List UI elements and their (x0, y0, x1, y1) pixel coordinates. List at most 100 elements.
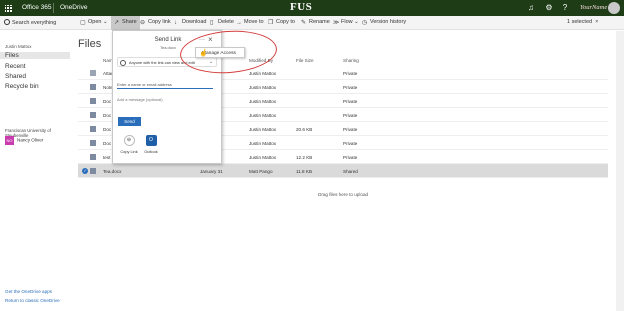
modified-by: Justin Mattox (249, 127, 277, 132)
notebook-icon (90, 84, 96, 90)
copy-to-button[interactable]: ❐ Copy to (268, 19, 295, 26)
avatar[interactable] (608, 2, 620, 14)
column-sharing[interactable]: Sharing (343, 58, 359, 63)
document-icon (90, 98, 96, 104)
outlook-icon: O (145, 135, 157, 146)
modified-by: Matt Pango (249, 169, 273, 174)
file-name[interactable]: Doc (103, 113, 111, 118)
university-logo: FUS (290, 1, 313, 13)
classic-onedrive-link[interactable]: Return to classic OneDrive (5, 298, 60, 303)
hand-cursor-icon: ☝ (199, 50, 208, 57)
download-button[interactable]: ↓ Download (174, 19, 206, 26)
download-label: Download (182, 19, 207, 25)
copy-link-label: Copy link (148, 19, 171, 25)
move-icon: → (236, 20, 242, 26)
modified-by: Justin Mattox (249, 155, 277, 160)
copy-link-option[interactable]: ⊖ Copy Link (120, 135, 138, 154)
version-history-button[interactable]: ◷ Version history (362, 19, 406, 26)
move-to-label: Move to (244, 19, 264, 25)
sharing-status: Private (343, 99, 358, 104)
table-row-selected[interactable]: ✓ Tea.docx January 31 Matt Pango 11.8 KB… (78, 164, 608, 178)
nav-item-recent[interactable]: Recent (5, 63, 26, 70)
column-file-size[interactable]: File Size (296, 58, 314, 63)
copy-icon: ❐ (268, 20, 274, 26)
flow-label: Flow (341, 19, 353, 25)
send-button[interactable]: Send (118, 117, 141, 126)
modified-by: Justin Mattox (249, 141, 277, 146)
modified-by: Justin Mattox (249, 99, 277, 104)
document-icon (90, 112, 96, 118)
copy-to-label: Copy to (276, 19, 295, 25)
move-to-button[interactable]: → Move to (236, 19, 264, 26)
version-history-label: Version history (370, 19, 407, 25)
flow-button[interactable]: ≫ Flow ⌄ (333, 19, 359, 26)
nav-item-recycle-bin[interactable]: Recycle bin (5, 83, 39, 90)
sharing-status: Private (343, 113, 358, 118)
history-icon: ◷ (362, 20, 368, 26)
outlook-option-label: Outlook (144, 149, 158, 154)
globe-icon (120, 59, 126, 66)
open-button[interactable]: ▢ Open ⌄ (80, 19, 108, 26)
file-name[interactable]: Doc (103, 141, 111, 146)
modified-date: January 31 (200, 169, 223, 174)
delete-label: Delete (218, 19, 234, 25)
document-icon (90, 140, 96, 146)
share-button[interactable]: ↗ Share (111, 16, 140, 30)
notification-bell-icon[interactable]: ♫ (526, 3, 536, 13)
search-placeholder: Search everything (12, 20, 57, 26)
chevron-down-icon: ⌄ (103, 19, 108, 25)
message-field[interactable]: Add a message (optional) (117, 97, 163, 102)
rename-button[interactable]: ✎ Rename (301, 19, 330, 26)
sharing-status: Private (343, 127, 358, 132)
copy-link-button[interactable]: ⊖ Copy link (140, 19, 171, 26)
scrollbar[interactable] (616, 31, 624, 311)
app-launcher-icon[interactable] (0, 0, 16, 16)
nav-user-name: Justin Mattox (5, 44, 32, 49)
file-size: 12.2 KB (296, 155, 313, 160)
sharing-status: Private (343, 155, 358, 160)
flow-icon: ≫ (333, 20, 340, 26)
file-size: 11.8 KB (296, 169, 313, 174)
selection-count[interactable]: 1 selected × (567, 19, 598, 25)
settings-gear-icon[interactable]: ⚙ (544, 3, 554, 13)
modified-by: Justin Mattox (249, 113, 277, 118)
left-navigation: Justin Mattox Files Recent Shared Recycl… (0, 30, 70, 311)
link-icon: ⊖ (123, 135, 135, 146)
sharing-status: Private (343, 141, 358, 146)
share-icon: ↗ (114, 20, 120, 26)
search-input[interactable]: Search everything (4, 19, 56, 26)
folder-icon (90, 70, 96, 76)
sharing-status: Shared (343, 169, 358, 174)
email-field[interactable]: Enter a name or email address (117, 80, 213, 89)
product-name[interactable]: OneDrive (60, 4, 87, 11)
checkmark-icon[interactable]: ✓ (82, 168, 88, 174)
office-365-link[interactable]: Office 365 (22, 4, 52, 11)
help-icon[interactable]: ? (560, 3, 570, 13)
user-name[interactable]: YourName (580, 4, 607, 11)
file-name[interactable]: Doc (103, 127, 111, 132)
rename-icon: ✎ (301, 20, 307, 26)
file-name[interactable]: test (103, 155, 110, 160)
sharing-status: Private (343, 71, 358, 76)
get-apps-link[interactable]: Get the OneDrive apps (5, 289, 52, 294)
nav-item-files[interactable]: Files (0, 52, 70, 59)
person-name: Nancy Oliver (17, 137, 44, 143)
outlook-option[interactable]: O Outlook (142, 135, 160, 154)
sharing-status: Private (343, 85, 358, 90)
open-label: Open (88, 19, 102, 25)
file-name[interactable]: Tea.docx (103, 169, 121, 174)
download-icon: ↓ (174, 20, 177, 26)
open-icon: ▢ (80, 20, 86, 26)
document-icon (90, 154, 96, 160)
chevron-down-icon: ⌄ (354, 19, 359, 25)
file-size: 20.6 KB (296, 127, 313, 132)
clear-selection-icon[interactable]: × (595, 19, 598, 25)
page-title: Files (78, 38, 102, 50)
file-name[interactable]: Doc (103, 99, 111, 104)
search-icon (4, 19, 10, 25)
rename-label: Rename (309, 19, 330, 25)
nav-person[interactable]: NO Nancy Oliver (5, 136, 43, 145)
nav-item-shared[interactable]: Shared (5, 73, 26, 80)
delete-button[interactable]: ▯ Delete (210, 19, 234, 26)
suite-bar: Office 365 OneDrive FUS ♫ ⚙ ? YourName (0, 0, 624, 16)
